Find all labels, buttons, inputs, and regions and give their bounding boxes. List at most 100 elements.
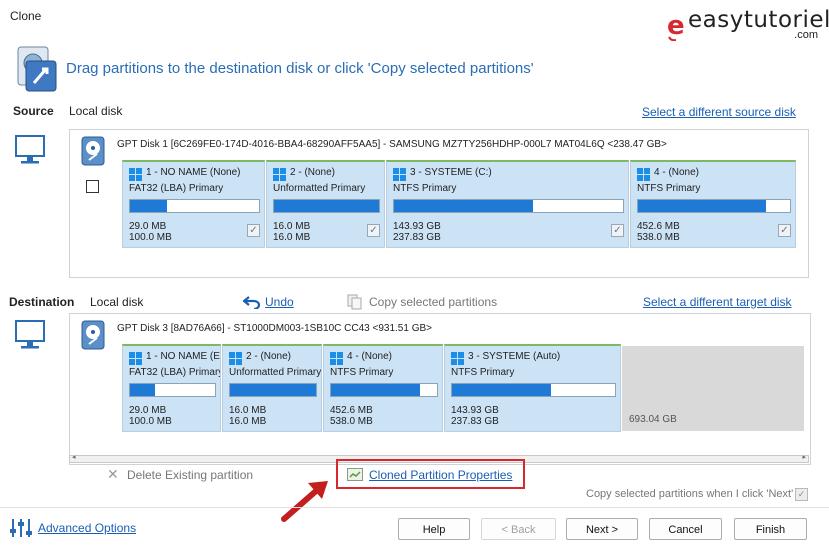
source-partition-4[interactable]: 4 - (None) NTFS Primary 452.6 MB 538.0 MB ✓	[630, 160, 796, 248]
partition-usage-fill	[394, 200, 533, 212]
partition-usage-fill	[638, 200, 766, 212]
partition-title: 1 - NO NAME (E	[146, 351, 220, 362]
partition-used-size: 16.0 MB	[229, 405, 267, 416]
source-select-all-checkbox[interactable]	[86, 180, 99, 193]
scroll-right-icon[interactable]: ▸	[802, 453, 806, 461]
destination-partition-3[interactable]: 4 - (None) NTFS Primary 452.6 MB 538.0 MB	[323, 344, 443, 432]
partition-used-size: 143.93 GB	[393, 221, 441, 232]
partition-used-size: 143.93 GB	[451, 405, 499, 416]
partition-usage-fill	[130, 384, 155, 396]
partition-type: Unformatted Primary	[273, 183, 366, 194]
destination-partition-1[interactable]: 1 - NO NAME (E FAT32 (LBA) Primary 29.0 MB…	[122, 344, 221, 432]
svg-text:e: e	[667, 11, 685, 41]
partition-type: NTFS Primary	[330, 367, 394, 378]
partition-type: FAT32 (LBA) Primary	[129, 367, 220, 378]
partition-type: NTFS Primary	[451, 367, 515, 378]
partition-usage-bar	[229, 383, 317, 397]
clone-wizard-icon	[17, 46, 57, 92]
footer-divider	[0, 507, 829, 508]
partition-total-size: 237.83 GB	[393, 232, 441, 243]
partition-usage-fill	[230, 384, 316, 396]
windows-partition-icon	[229, 352, 242, 365]
partition-total-size: 237.83 GB	[451, 416, 499, 427]
source-label: Source	[13, 104, 54, 118]
destination-disk-kind: Local disk	[90, 295, 144, 309]
copy-icon	[347, 294, 362, 310]
scroll-left-icon[interactable]: ◂	[72, 453, 76, 461]
select-target-disk-link[interactable]: Select a different target disk	[643, 295, 792, 309]
finish-button[interactable]: Finish	[734, 518, 807, 540]
partition-title: 1 - NO NAME (None)	[146, 167, 241, 178]
partition-total-size: 100.0 MB	[129, 416, 172, 427]
partition-usage-fill	[274, 200, 379, 212]
partition-used-size: 452.6 MB	[330, 405, 373, 416]
partition-checkbox[interactable]: ✓	[367, 224, 380, 237]
delete-x-icon: ✕	[107, 466, 119, 482]
source-monitor-icon	[15, 135, 45, 164]
partition-total-size: 16.0 MB	[229, 416, 267, 427]
advanced-options-sliders-icon	[10, 519, 32, 537]
source-partition-2[interactable]: 2 - (None) Unformatted Primary 16.0 MB 16.0…	[266, 160, 385, 248]
source-partition-1[interactable]: 1 - NO NAME (None) FAT32 (LBA) Primary 29.…	[122, 160, 265, 248]
partition-checkbox[interactable]: ✓	[247, 224, 260, 237]
partition-used-size: 452.6 MB	[637, 221, 680, 232]
unallocated-space[interactable]: 693.04 GB	[622, 346, 804, 431]
partition-usage-bar	[451, 383, 616, 397]
windows-partition-icon	[129, 168, 142, 181]
windows-partition-icon	[330, 352, 343, 365]
partition-title: 4 - (None)	[347, 351, 393, 362]
destination-monitor-icon	[15, 320, 45, 349]
unallocated-size: 693.04 GB	[629, 414, 677, 425]
partition-usage-fill	[331, 384, 421, 396]
partition-title: 3 - SYSTEME (Auto)	[468, 351, 561, 362]
partition-used-size: 16.0 MB	[273, 221, 311, 232]
header-instruction: Drag partitions to the destination disk …	[66, 60, 534, 77]
windows-partition-icon	[451, 352, 464, 365]
undo-label: Undo	[265, 295, 294, 309]
help-button[interactable]: Help	[398, 518, 470, 540]
window-title: Clone	[10, 9, 42, 23]
source-disk-header: GPT Disk 1 [6C269FE0-174D-4016-BBA4-6829…	[117, 139, 667, 150]
windows-partition-icon	[393, 168, 406, 181]
partition-usage-fill	[130, 200, 168, 212]
source-partition-3[interactable]: 3 - SYSTEME (C:) NTFS Primary 143.93 GB 237…	[386, 160, 629, 248]
partition-usage-bar	[393, 199, 624, 213]
partition-usage-fill	[452, 384, 551, 396]
source-disk-panel: GPT Disk 1 [6C269FE0-174D-4016-BBA4-6829…	[69, 129, 809, 278]
destination-partition-2[interactable]: 2 - (None) Unformatted Primary 16.0 MB 16.0…	[222, 344, 322, 432]
windows-partition-icon	[637, 168, 650, 181]
partition-title: 2 - (None)	[246, 351, 292, 362]
copy-selected-partitions-label: Copy selected partitions	[369, 295, 498, 309]
delete-existing-partition-label: Delete Existing partition	[127, 468, 254, 482]
partition-used-size: 29.0 MB	[129, 221, 167, 232]
partition-checkbox[interactable]: ✓	[611, 224, 624, 237]
destination-hard-disk-icon	[81, 320, 105, 350]
partition-checkbox[interactable]: ✓	[778, 224, 791, 237]
easytutoriel-logo-icon: e	[667, 11, 685, 41]
partition-total-size: 16.0 MB	[273, 232, 311, 243]
brand-suffix: .com	[794, 29, 818, 41]
next-button[interactable]: Next >	[566, 518, 638, 540]
windows-partition-icon	[273, 168, 286, 181]
destination-label: Destination	[9, 295, 75, 309]
source-disk-kind: Local disk	[69, 104, 123, 118]
cancel-button[interactable]: Cancel	[649, 518, 722, 540]
source-hard-disk-icon	[81, 136, 105, 166]
partition-total-size: 538.0 MB	[330, 416, 373, 427]
partition-usage-bar	[637, 199, 791, 213]
partition-type: NTFS Primary	[393, 183, 457, 194]
windows-partition-icon	[129, 352, 142, 365]
back-button[interactable]: < Back	[481, 518, 556, 540]
properties-icon	[347, 468, 363, 481]
advanced-options-link[interactable]: Advanced Options	[38, 521, 136, 535]
copy-on-next-checkbox[interactable]: ✓	[795, 488, 808, 501]
partition-usage-bar	[129, 199, 260, 213]
partition-total-size: 538.0 MB	[637, 232, 680, 243]
copy-on-next-label: Copy selected partitions when I click 'N…	[586, 488, 794, 500]
partition-type: NTFS Primary	[637, 183, 701, 194]
destination-disk-panel: GPT Disk 3 [8AD76A66] - ST1000DM003-1SB1…	[69, 313, 811, 465]
partition-usage-bar	[330, 383, 438, 397]
partition-usage-bar	[273, 199, 380, 213]
select-source-disk-link[interactable]: Select a different source disk	[642, 105, 796, 119]
destination-partition-4[interactable]: 3 - SYSTEME (Auto) NTFS Primary 143.93 GB 2…	[444, 344, 621, 432]
